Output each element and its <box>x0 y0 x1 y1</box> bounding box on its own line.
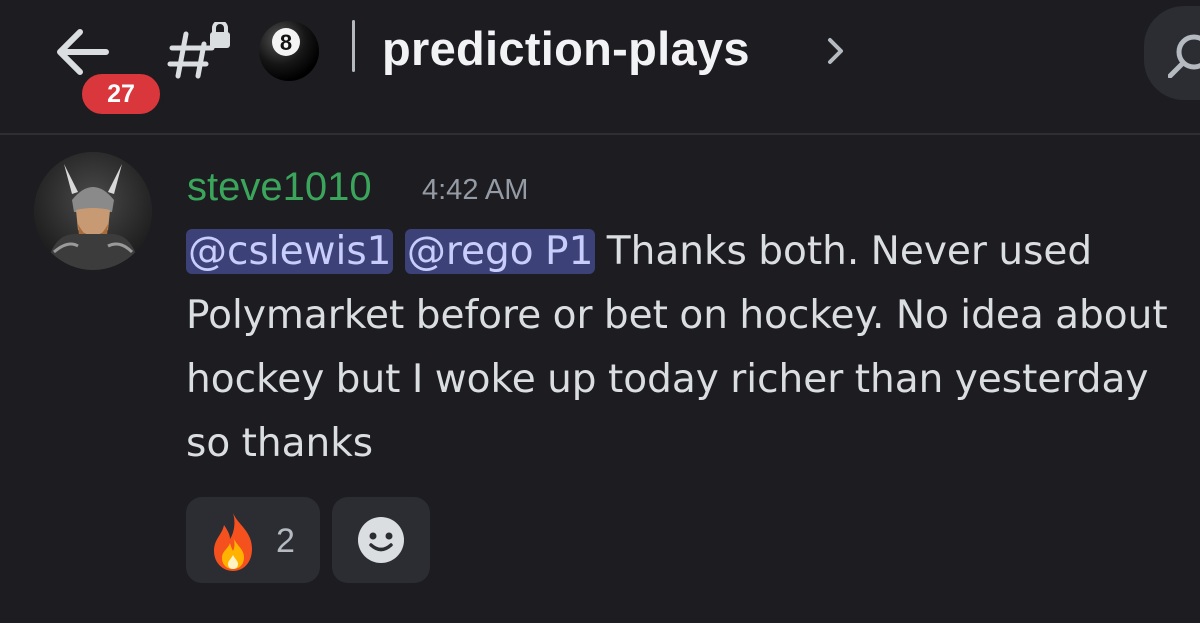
user-mention[interactable]: @cslewis1 <box>186 229 394 274</box>
fire-icon <box>214 513 252 571</box>
search-button[interactable] <box>1144 6 1200 100</box>
chevron-right-icon[interactable] <box>826 36 846 66</box>
8-ball-emoji-icon: 8 <box>259 21 319 81</box>
locked-text-channel-icon <box>167 22 230 79</box>
add-reaction-icon <box>358 517 404 563</box>
message-author[interactable]: steve1010 <box>187 162 372 212</box>
user-mention[interactable]: @rego P1 <box>404 229 596 274</box>
channel-name[interactable]: prediction-plays <box>382 14 750 84</box>
unread-count-badge: 27 <box>78 70 164 118</box>
viking-avatar-icon <box>34 152 152 270</box>
avatar[interactable] <box>34 152 152 270</box>
reaction-fire[interactable]: 2 <box>186 497 320 583</box>
message-timestamp: 4:42 AM <box>422 174 529 206</box>
channel-header: 27 8 prediction-plays <box>0 0 1200 135</box>
svg-text:8: 8 <box>280 30 292 55</box>
header-divider <box>352 20 355 72</box>
message-body: @cslewis1 @rego P1 Thanks both. Never us… <box>186 220 1176 476</box>
search-icon <box>1168 34 1200 78</box>
add-reaction-button[interactable] <box>332 497 430 583</box>
reaction-count: 2 <box>276 522 295 560</box>
